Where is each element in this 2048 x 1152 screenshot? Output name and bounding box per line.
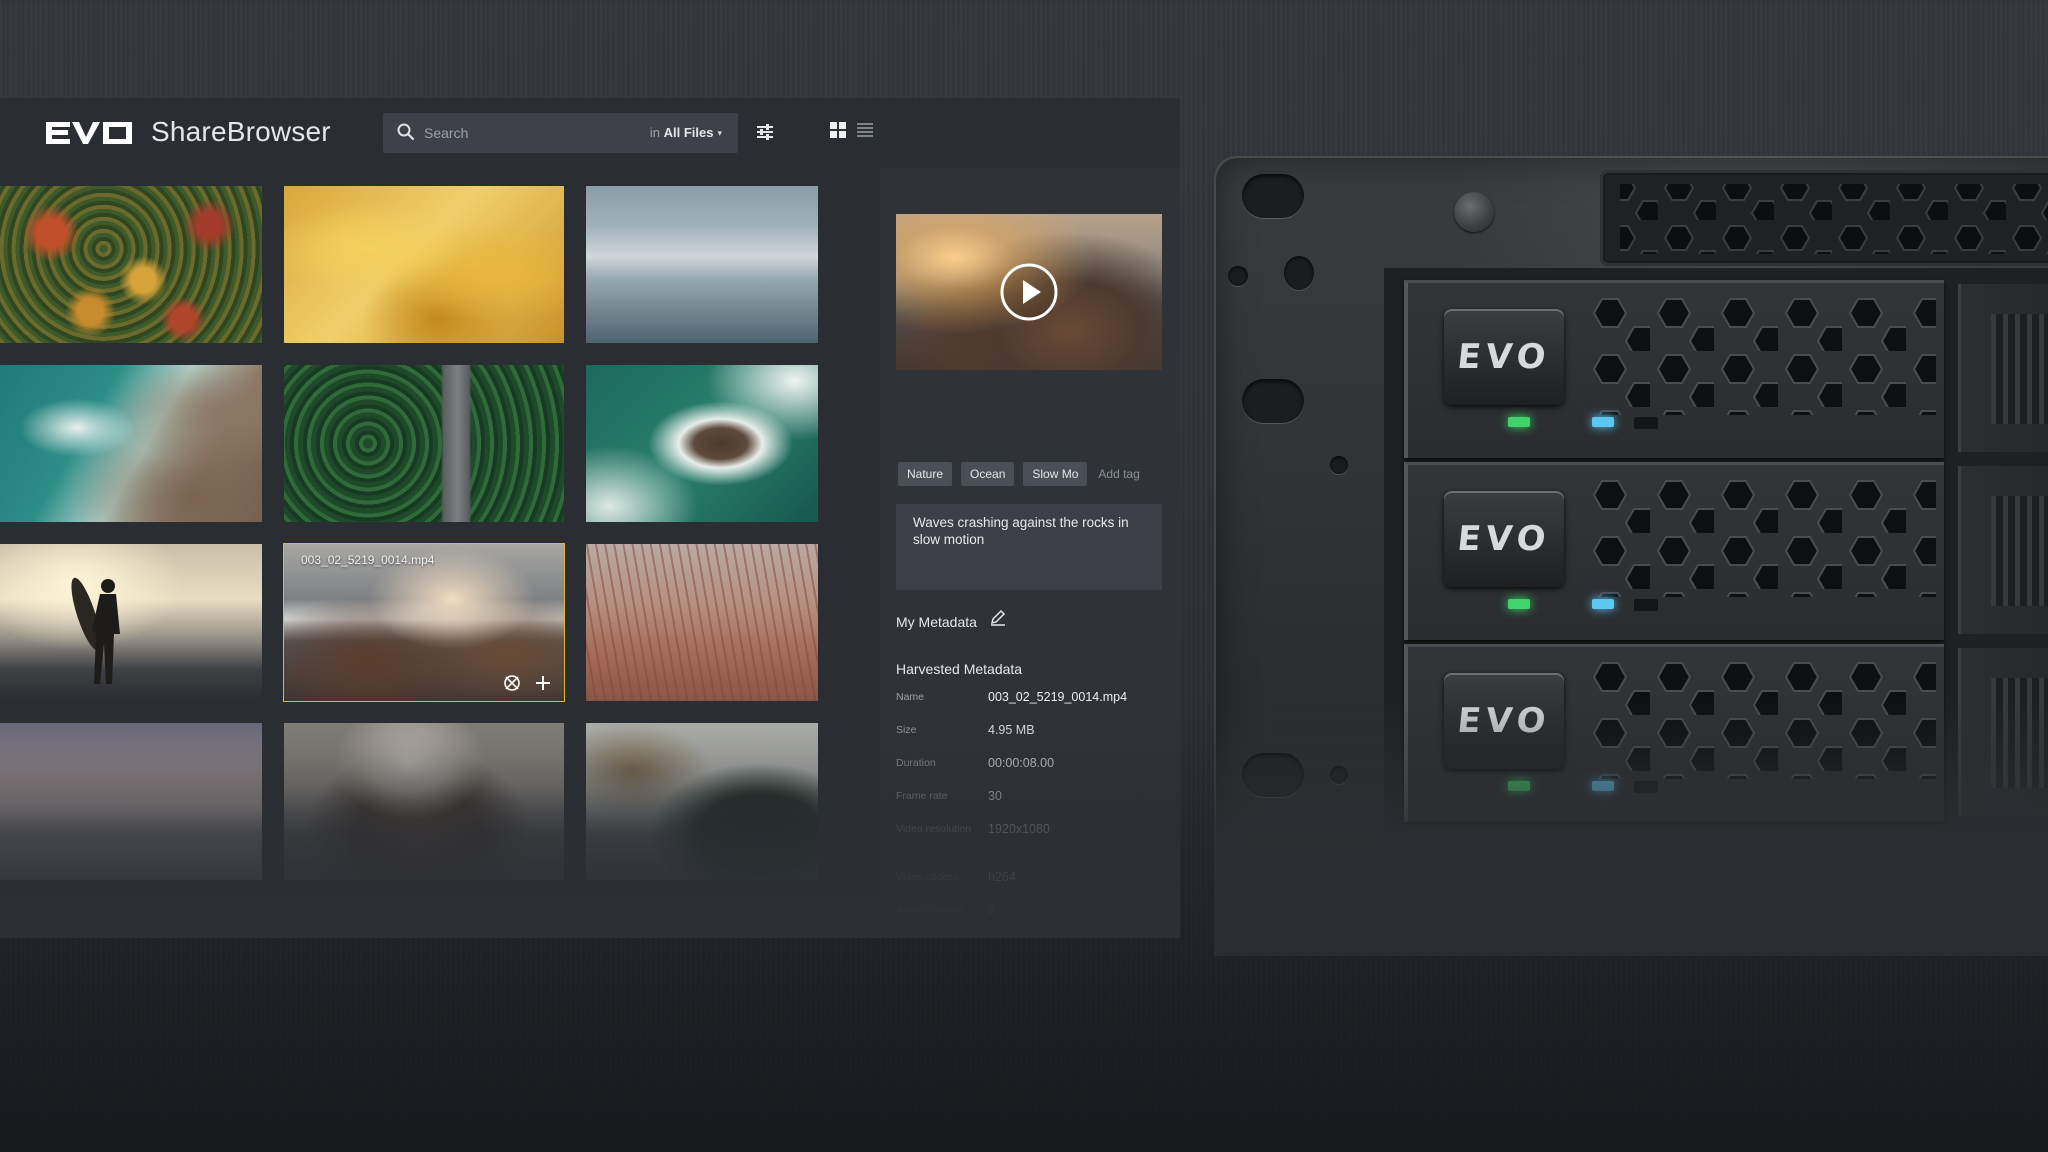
meta-key: Video resolution <box>896 823 972 835</box>
meta-value: 2 <box>988 903 995 917</box>
rack-mount-hole <box>1242 379 1304 423</box>
media-grid: 003_02_5219_0014.mp4 <box>0 186 880 938</box>
evo-badge: EVO <box>1444 491 1564 587</box>
my-metadata-heading: My Metadata <box>896 614 977 630</box>
thumbnail-yellow-leaves[interactable] <box>284 186 564 343</box>
search-scope-dropdown[interactable]: in All Files ▾ <box>650 125 722 140</box>
thumbnail-misty-sea[interactable] <box>586 186 818 343</box>
top-bar: ShareBrowser Search in All Files ▾ <box>0 98 1180 168</box>
tag-list: Nature Ocean Slow Mo Add tag <box>898 462 1140 486</box>
rack-mount-hole <box>1242 753 1304 797</box>
thumbnail-snowy-beach[interactable] <box>0 723 262 880</box>
side-slot <box>1958 466 2048 634</box>
scene-detect-icon[interactable] <box>503 674 521 692</box>
meta-key: Name <box>896 691 925 703</box>
tag-slow-mo[interactable]: Slow Mo <box>1023 462 1088 486</box>
thumbnail-autumn-forest[interactable] <box>0 186 262 343</box>
badge-text: EVO <box>1455 701 1553 741</box>
activity-led-blue <box>1592 599 1614 609</box>
meta-value: 00:00:08.00 <box>988 756 1055 770</box>
app-title: ShareBrowser <box>151 116 331 147</box>
top-vent <box>1600 170 2048 266</box>
drive-sled-2[interactable]: EVO <box>1404 462 1944 640</box>
description-field[interactable]: Waves crashing against the rocks in slow… <box>896 504 1162 590</box>
badge-text: EVO <box>1455 337 1553 377</box>
drive-vent <box>1586 295 1936 415</box>
meta-value: 003_02_5219_0014.mp4 <box>988 690 1128 704</box>
status-led-green <box>1508 599 1530 609</box>
small-hole <box>1228 266 1248 286</box>
meta-value: 4.95 MB <box>988 723 1035 737</box>
meta-key: Audio channel count <box>896 904 963 930</box>
badge-text: EVO <box>1455 519 1553 559</box>
thumbnail-aerial-coast[interactable] <box>0 365 262 522</box>
meta-value: 30 <box>988 789 1002 803</box>
side-slot <box>1958 648 2048 816</box>
add-tag-input[interactable]: Add tag <box>1098 467 1139 481</box>
latch-slot <box>1634 599 1658 611</box>
small-hole <box>1284 256 1314 290</box>
thumbnail-surfer-sunset[interactable] <box>0 544 262 701</box>
evo-badge: EVO <box>1444 673 1564 769</box>
activity-led-blue <box>1592 781 1614 791</box>
chevron-down-icon: ▾ <box>717 128 722 138</box>
tag-nature[interactable]: Nature <box>898 462 953 486</box>
small-hole <box>1330 456 1348 474</box>
search-icon <box>397 123 415 141</box>
thumbnail-foggy-hills[interactable] <box>586 723 818 880</box>
thumbnail-wheat-field[interactable] <box>586 544 818 701</box>
rack-mount-hole <box>1242 174 1304 218</box>
status-led-green <box>1508 781 1530 791</box>
screw <box>1454 192 1494 232</box>
evo-badge: EVO <box>1444 309 1564 405</box>
list-view-icon[interactable] <box>857 122 873 138</box>
search-scope-prefix: in <box>649 125 660 140</box>
thumbnail-waves-rocks-selected[interactable]: 003_02_5219_0014.mp4 <box>283 543 565 702</box>
grid-view-icon[interactable] <box>830 122 846 138</box>
meta-key: Frame rate <box>896 790 948 802</box>
drive-sled-1[interactable]: EVO <box>1404 280 1944 458</box>
latch-slot <box>1634 781 1658 793</box>
edit-pencil-icon[interactable] <box>989 608 1007 626</box>
drive-sled-3[interactable]: EVO <box>1404 644 1944 822</box>
detail-panel: Nature Ocean Slow Mo Add tag Waves crash… <box>880 168 1180 938</box>
filter-sliders-icon[interactable] <box>755 122 775 142</box>
video-preview[interactable] <box>896 214 1162 370</box>
meta-value: 1920x1080 <box>988 822 1050 836</box>
small-hole <box>1330 766 1348 784</box>
search-scope-value: All Files <box>663 125 714 140</box>
tag-ocean[interactable]: Ocean <box>961 462 1015 486</box>
drive-vent <box>1586 477 1936 597</box>
sharebrowser-window: ShareBrowser Search in All Files ▾ 003_0… <box>0 98 1180 938</box>
add-icon[interactable] <box>534 674 552 692</box>
thumbnail-woman-beanie[interactable] <box>284 723 564 880</box>
search-input[interactable]: Search <box>424 125 468 141</box>
thumbnail-aerial-rock[interactable] <box>586 365 818 522</box>
thumbnail-filename: 003_02_5219_0014.mp4 <box>301 553 435 567</box>
side-slot <box>1958 284 2048 452</box>
meta-key: Size <box>896 724 917 736</box>
meta-value: h264 <box>988 870 1016 884</box>
meta-key: Video codecs <box>896 871 959 883</box>
latch-slot <box>1634 417 1658 429</box>
thumbnail-forest-road[interactable] <box>284 365 564 522</box>
activity-led-blue <box>1592 417 1614 427</box>
search-box[interactable]: Search in All Files ▾ <box>383 113 738 153</box>
evo-server-chassis: EVO EVO EVO <box>1214 156 2048 956</box>
evo-logo <box>46 122 132 149</box>
status-led-green <box>1508 417 1530 427</box>
play-icon[interactable] <box>999 262 1059 322</box>
drive-vent <box>1586 659 1936 779</box>
meta-key: Duration <box>896 757 936 769</box>
harvested-metadata-heading: Harvested Metadata <box>896 661 1023 677</box>
